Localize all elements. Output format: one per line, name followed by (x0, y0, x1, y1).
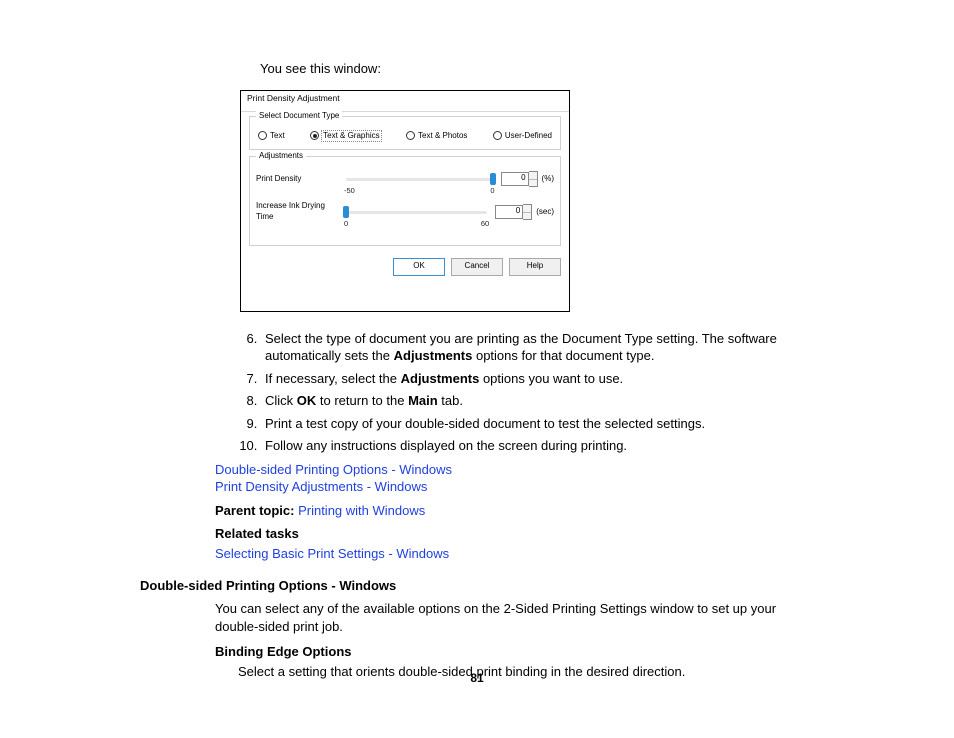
step-10: Follow any instructions displayed on the… (261, 437, 814, 455)
radio-text-photos[interactable]: Text & Photos (406, 131, 467, 142)
radio-text-photos-label: Text & Photos (418, 131, 467, 142)
step-8: Click OK to return to the Main tab. (261, 392, 814, 410)
section-body: You can select any of the available opti… (215, 600, 814, 635)
section-heading: Double-sided Printing Options - Windows (140, 577, 814, 595)
slider2-max: 60 (481, 219, 489, 229)
stepper-arrows-icon[interactable] (529, 171, 538, 187)
radio-icon (406, 131, 415, 140)
ink-drying-slider[interactable]: 0 60 (344, 207, 489, 217)
slider1-min: -50 (344, 186, 355, 196)
page-number: 81 (0, 670, 954, 686)
slider2-min: 0 (344, 219, 348, 229)
ink-drying-unit: (sec) (536, 207, 554, 218)
parent-topic-label: Parent topic: (215, 503, 298, 518)
radio-user-defined-label: User-Defined (505, 131, 552, 142)
print-density-slider[interactable]: -50 0 (344, 174, 495, 184)
related-task-link[interactable]: Selecting Basic Print Settings - Windows (215, 546, 449, 561)
radio-text-graphics[interactable]: Text & Graphics (310, 131, 380, 142)
adjustments-group: Adjustments Print Density -50 0 0 (249, 156, 561, 246)
dialog-titlebar: Print Density Adjustment (241, 91, 569, 112)
print-density-value[interactable]: 0 (501, 172, 529, 186)
radio-user-defined[interactable]: User-Defined (493, 131, 552, 142)
radio-text-graphics-label: Text & Graphics (322, 131, 380, 142)
stepper-arrows-icon[interactable] (523, 204, 532, 220)
ink-drying-label: Increase Ink Drying Time (256, 201, 344, 223)
subsection-heading: Binding Edge Options (215, 643, 814, 661)
slider-thumb-icon[interactable] (490, 173, 496, 185)
related-tasks-heading: Related tasks (215, 525, 814, 543)
step-7: If necessary, select the Adjustments opt… (261, 370, 814, 388)
ink-drying-value[interactable]: 0 (495, 205, 523, 219)
slider1-max: 0 (490, 186, 494, 196)
print-density-dialog: Print Density Adjustment Select Document… (240, 90, 570, 312)
cancel-button[interactable]: Cancel (451, 258, 503, 276)
parent-topic-link[interactable]: Printing with Windows (298, 503, 425, 518)
instruction-list: Select the type of document you are prin… (235, 330, 814, 455)
document-type-group: Select Document Type Text Text & Graphic… (249, 116, 561, 151)
link-print-density-adjustments[interactable]: Print Density Adjustments - Windows (215, 479, 427, 494)
radio-icon (310, 131, 319, 140)
intro-text: You see this window: (260, 60, 814, 78)
radio-icon (493, 131, 502, 140)
print-density-unit: (%) (542, 174, 554, 185)
help-button[interactable]: Help (509, 258, 561, 276)
radio-text[interactable]: Text (258, 131, 285, 142)
slider-thumb-icon[interactable] (343, 206, 349, 218)
radio-icon (258, 131, 267, 140)
step-6: Select the type of document you are prin… (261, 330, 814, 365)
radio-text-label: Text (270, 131, 285, 142)
link-double-sided-options[interactable]: Double-sided Printing Options - Windows (215, 462, 452, 477)
print-density-label: Print Density (256, 174, 344, 185)
step-9: Print a test copy of your double-sided d… (261, 415, 814, 433)
document-type-group-label: Select Document Type (256, 111, 342, 122)
adjustments-group-label: Adjustments (256, 151, 306, 162)
ok-button[interactable]: OK (393, 258, 445, 276)
